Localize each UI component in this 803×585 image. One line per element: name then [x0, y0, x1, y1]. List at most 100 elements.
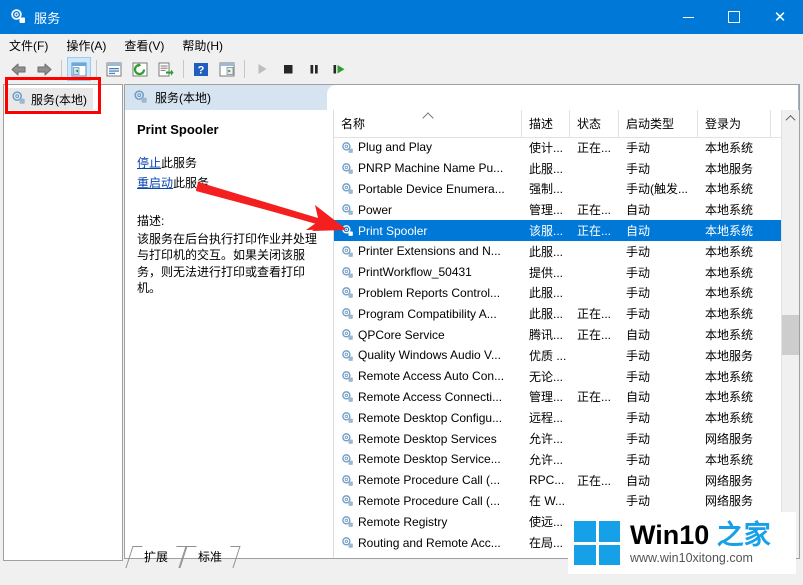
service-name-label: PNRP Machine Name Pu...: [358, 161, 504, 176]
forward-button[interactable]: [32, 57, 56, 81]
service-name-label: Remote Desktop Services: [358, 431, 497, 446]
table-row[interactable]: Remote Desktop Service... 允许... 手动 本地系统: [334, 449, 799, 470]
table-row[interactable]: Remote Procedure Call (... 在 W... 手动 网络服务: [334, 491, 799, 512]
service-name-label: Plug and Play: [358, 140, 433, 155]
cell-status: 正在...: [577, 203, 612, 218]
table-row[interactable]: Power 管理... 正在... 自动 本地系统: [334, 199, 799, 220]
column-header-desc[interactable]: 描述: [522, 110, 570, 137]
watermark-brand-latin: Win10: [630, 520, 710, 550]
menu-view[interactable]: 查看(V): [115, 35, 173, 56]
tab-extended[interactable]: 扩展: [125, 546, 187, 568]
cell-name: Remote Access Connecti...: [334, 390, 522, 404]
table-row[interactable]: Program Compatibility A... 此服... 正在... 手动 本地…: [334, 303, 799, 324]
restart-service-link[interactable]: 重启动: [137, 176, 173, 190]
toolbar-separator: [244, 60, 245, 78]
table-row[interactable]: QPCore Service 腾讯... 正在... 自动 本地系统: [334, 324, 799, 345]
cell-status: 正在...: [577, 307, 612, 322]
tab-standard[interactable]: 标准: [179, 546, 241, 568]
column-header-logon[interactable]: 登录为: [698, 110, 771, 137]
cell-status: 正在...: [577, 473, 612, 488]
cell-name: Portable Device Enumera...: [334, 182, 522, 196]
cell-name: Quality Windows Audio V...: [334, 348, 522, 362]
table-row[interactable]: Remote Access Connecti... 管理... 正在... 自动 本地系…: [334, 387, 799, 408]
services-gear-icon: [10, 8, 26, 27]
table-row[interactable]: Printer Extensions and N... 此服... 手动 本地系统: [334, 241, 799, 262]
close-button[interactable]: ✕: [757, 0, 803, 34]
window-controls: ✕: [665, 0, 803, 34]
vertical-scrollbar[interactable]: [781, 110, 799, 558]
table-row[interactable]: Remote Desktop Configu... 远程... 手动 本地系统: [334, 407, 799, 428]
menu-action[interactable]: 操作(A): [57, 35, 115, 56]
menu-file[interactable]: 文件(F): [0, 35, 57, 56]
cell-logon: 本地系统: [705, 390, 754, 405]
pause-service-button[interactable]: [302, 57, 326, 81]
cell-status: 正在...: [577, 140, 612, 155]
table-row[interactable]: Print Spooler 该服... 正在... 自动 本地系统: [334, 220, 799, 241]
service-name-label: Remote Registry: [358, 514, 448, 529]
cell-desc: 此服...: [529, 161, 564, 176]
cell-desc: 在 W...: [529, 494, 566, 509]
cell-name: Remote Desktop Configu...: [334, 411, 522, 425]
table-row[interactable]: Remote Desktop Services 允许... 手动 网络服务: [334, 428, 799, 449]
watermark-url: www.win10xitong.com: [630, 551, 753, 565]
table-row[interactable]: PNRP Machine Name Pu... 此服... 手动 本地服务: [334, 158, 799, 179]
table-row[interactable]: Problem Reports Control... 此服... 手动 本地系统: [334, 283, 799, 304]
column-header-label: 描述: [529, 117, 554, 131]
back-button[interactable]: [6, 57, 30, 81]
scroll-up-button[interactable]: [782, 110, 799, 127]
cell-desc: 允许...: [529, 432, 564, 447]
restart-service-button[interactable]: [328, 57, 352, 81]
show-action-pane-button[interactable]: [215, 57, 239, 81]
sidebar-item-label: 服务(本地): [31, 92, 87, 107]
maximize-button[interactable]: [711, 0, 757, 34]
column-header-startup[interactable]: 启动类型: [619, 110, 698, 137]
table-row[interactable]: PrintWorkflow_50431 提供... 手动 本地系统: [334, 262, 799, 283]
stop-service-link[interactable]: 停止: [137, 156, 161, 170]
table-row[interactable]: Remote Access Auto Con... 无论... 手动 本地系统: [334, 366, 799, 387]
cell-desc: 管理...: [529, 390, 564, 405]
menu-help[interactable]: 帮助(H): [173, 35, 232, 56]
cell-name: Power: [334, 203, 522, 217]
service-name-label: Quality Windows Audio V...: [358, 348, 501, 363]
toolbar-separator: [183, 60, 184, 78]
service-name-label: Remote Desktop Service...: [358, 452, 501, 467]
start-service-button[interactable]: [250, 57, 274, 81]
cell-desc: RPC...: [529, 473, 565, 488]
restart-service-link-tail: 此服务: [173, 176, 210, 190]
cell-logon: 网络服务: [705, 494, 754, 509]
column-header-name[interactable]: 名称: [334, 110, 522, 137]
export-list-button[interactable]: [154, 57, 178, 81]
service-name-label: Problem Reports Control...: [358, 285, 501, 300]
scrollbar-thumb[interactable]: [782, 315, 799, 355]
cell-name: QPCore Service: [334, 328, 522, 342]
service-name-label: Remote Access Connecti...: [358, 389, 503, 404]
minimize-button[interactable]: [665, 0, 711, 34]
cell-logon: 本地系统: [705, 452, 754, 467]
watermark-brand: Win10 之家: [630, 521, 771, 549]
properties-button[interactable]: [102, 57, 126, 81]
tab-standard-label: 标准: [197, 550, 222, 564]
cell-logon: 本地系统: [705, 265, 754, 280]
cell-startup: 手动: [626, 432, 651, 447]
refresh-button[interactable]: [128, 57, 152, 81]
cell-logon: 本地系统: [705, 369, 754, 384]
show-hide-tree-button[interactable]: [67, 57, 91, 81]
cell-logon: 本地服务: [705, 348, 754, 363]
help-button[interactable]: ?: [189, 57, 213, 81]
table-row[interactable]: Quality Windows Audio V... 优质 ... 手动 本地服务: [334, 345, 799, 366]
cell-logon: 本地系统: [705, 244, 754, 259]
cell-startup: 手动: [626, 452, 651, 467]
stop-service-button[interactable]: [276, 57, 300, 81]
service-name-label: Printer Extensions and N...: [358, 244, 501, 259]
pane-body: Print Spooler 停止此服务 重启动此服务 描述: 该服务在后台执行打…: [125, 110, 799, 558]
sidebar-item-services-local[interactable]: 服务(本地): [8, 88, 93, 110]
service-name-label: Remote Access Auto Con...: [358, 369, 505, 384]
cell-startup: 手动: [626, 265, 651, 280]
table-row[interactable]: Remote Procedure Call (... RPC... 正在... 自动 网…: [334, 470, 799, 491]
toolbar-separator: [96, 60, 97, 78]
column-header-label: 登录为: [705, 117, 742, 131]
cell-startup: 手动: [626, 140, 651, 155]
table-row[interactable]: Plug and Play 使计... 正在... 手动 本地系统: [334, 137, 799, 158]
column-header-status[interactable]: 状态: [570, 110, 619, 137]
table-row[interactable]: Portable Device Enumera... 强制... 手动(触发... 本…: [334, 179, 799, 200]
